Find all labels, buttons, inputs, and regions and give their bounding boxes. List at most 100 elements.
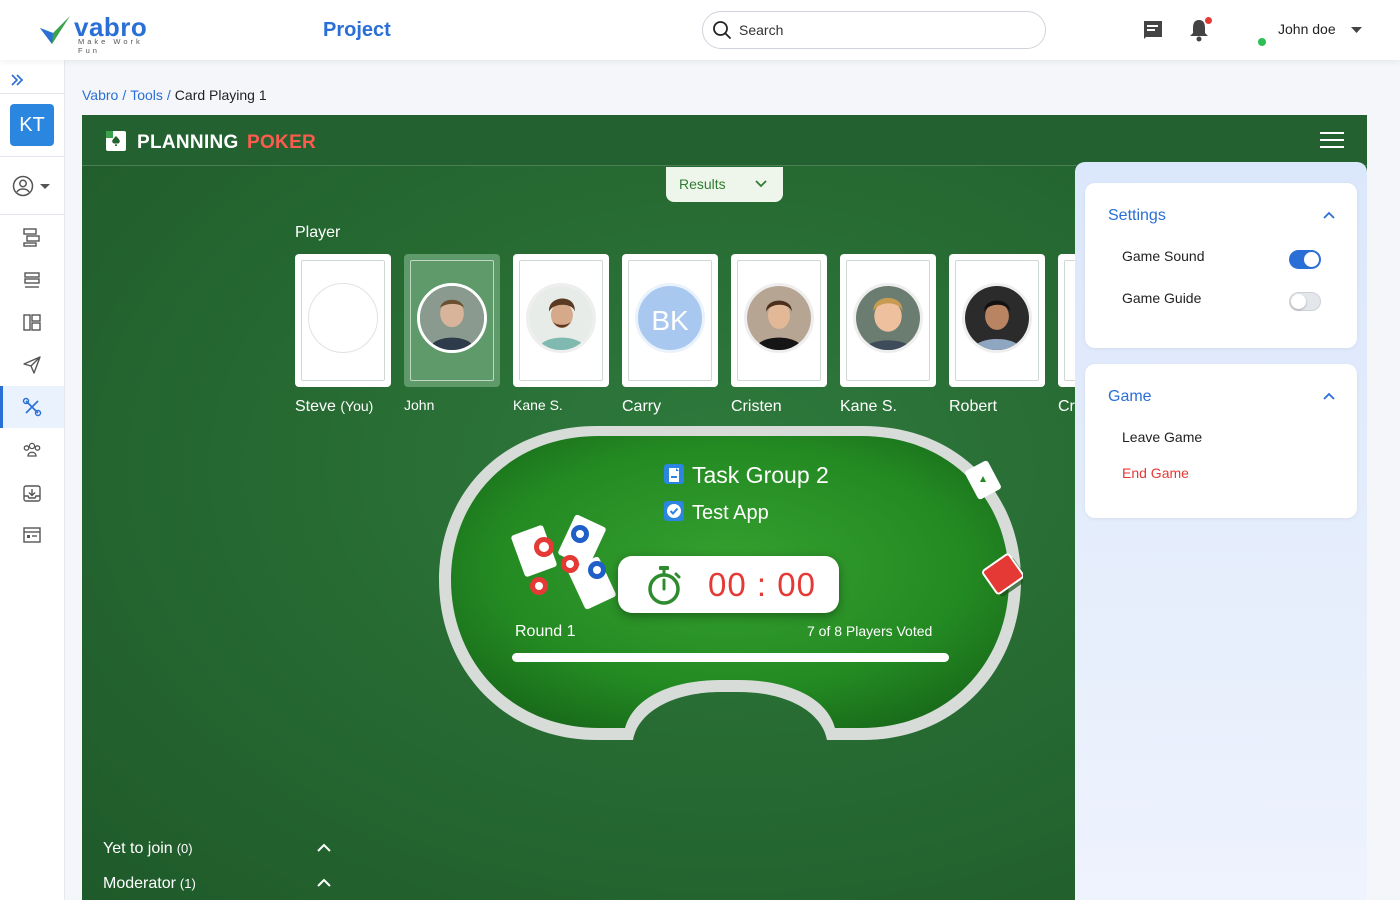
list-icon (24, 272, 40, 288)
breadcrumb-link-tools[interactable]: Tools (130, 87, 163, 103)
chevron-up-icon[interactable] (317, 878, 331, 887)
breadcrumb-separator: / (166, 87, 171, 103)
moderator-label: Moderator (103, 875, 176, 892)
avatar (417, 283, 487, 353)
search-box[interactable] (702, 11, 1046, 49)
yet-to-join-count: (0) (176, 841, 193, 856)
sidebar-item-tools[interactable] (0, 386, 64, 428)
avatar (744, 283, 814, 353)
player-name: Robert (949, 398, 998, 415)
sidebar-item-board[interactable] (0, 301, 64, 343)
leave-game-button[interactable]: Leave Game (1122, 429, 1202, 445)
chevron-up-icon[interactable] (317, 843, 331, 852)
game-guide-toggle[interactable] (1289, 292, 1321, 311)
document-icon (664, 464, 684, 484)
sidebar-divider (0, 93, 64, 94)
player-card[interactable] (513, 254, 609, 387)
settings-card: Settings Game Sound Game Guide (1085, 183, 1357, 348)
player-name: Kane S. (840, 398, 897, 415)
avatar (853, 283, 923, 353)
task-group-text: Task Group 2 (692, 462, 829, 488)
votes-count: 7 of 8 Players Voted (807, 623, 933, 639)
player-heading: Player (295, 224, 341, 241)
breadcrumb-current: Card Playing 1 (174, 87, 267, 103)
vabro-logo[interactable]: vabro Make Work Fun (38, 12, 168, 55)
logo-check-icon (40, 16, 70, 44)
top-bar: vabro Make Work Fun Project John doe (0, 0, 1400, 60)
sidebar-divider (0, 156, 64, 157)
player-card[interactable] (949, 254, 1045, 387)
results-dropdown[interactable]: Results (666, 167, 783, 202)
timer-value: 00 : 00 (708, 566, 816, 603)
sidebar-item-send[interactable] (0, 344, 64, 386)
chevron-up-icon[interactable] (1323, 392, 1335, 400)
player-card[interactable]: BK (622, 254, 718, 387)
sidebar-item-report[interactable] (0, 514, 64, 556)
sidebar-item-archive[interactable] (0, 472, 64, 514)
player-name: Kane S. (513, 397, 563, 413)
player-name: John (404, 397, 435, 413)
left-sidebar: KT (0, 60, 65, 900)
game-sound-toggle[interactable] (1289, 250, 1321, 269)
backlog-icon (23, 228, 40, 247)
game-header: PLANNING POKER (82, 115, 1367, 166)
game-guide-label: Game Guide (1122, 290, 1202, 306)
game-title-poker: POKER (247, 132, 317, 153)
end-game-button[interactable]: End Game (1122, 465, 1189, 481)
player-card[interactable] (295, 254, 391, 387)
settings-title[interactable]: Settings (1108, 207, 1166, 225)
workspace-avatar[interactable]: KT (10, 104, 54, 146)
vote-progress-fill (512, 653, 949, 662)
countdown-timer: 00 : 00 (618, 556, 839, 613)
player-card[interactable] (840, 254, 936, 387)
game-title-planning: PLANNING (137, 132, 239, 153)
sidebar-item-backlog[interactable] (0, 216, 64, 258)
user-switch-icon[interactable] (12, 175, 54, 197)
archive-icon (23, 485, 41, 502)
avatar-initials: BK (635, 283, 705, 353)
sidebar-divider (0, 214, 64, 215)
player-name: Cr (1058, 398, 1075, 415)
toggle-knob (1304, 252, 1319, 267)
breadcrumb-separator: / (122, 87, 127, 103)
task-app-text: Test App (692, 502, 769, 524)
stopwatch-icon (648, 566, 681, 605)
user-name[interactable]: John doe (1278, 21, 1336, 37)
yet-to-join-section[interactable]: Yet to join (0) (103, 840, 193, 858)
logo-tagline: Make Work Fun (78, 37, 143, 55)
moderator-section[interactable]: Moderator (1) (103, 875, 196, 893)
caret-down-icon[interactable] (1351, 27, 1362, 34)
tools-icon (22, 397, 42, 417)
sidebar-item-team[interactable] (0, 429, 64, 471)
settings-side-panel: Settings Game Sound Game Guide Game Leav… (1075, 162, 1367, 900)
search-icon (713, 21, 731, 39)
avatar-placeholder (308, 283, 378, 353)
chevron-down-icon (755, 180, 767, 188)
game-menu-title[interactable]: Game (1108, 388, 1152, 406)
breadcrumb: Vabro / Tools / Card Playing 1 (82, 87, 267, 103)
search-input[interactable] (739, 20, 1029, 40)
results-label: Results (679, 176, 726, 192)
chevron-up-icon[interactable] (1323, 211, 1335, 219)
send-icon (23, 356, 41, 374)
inbox-icon[interactable] (1141, 17, 1165, 41)
player-name: Steve (You) (295, 398, 373, 416)
board-icon (23, 314, 41, 331)
online-status-dot (1258, 38, 1266, 46)
player-card-selected[interactable] (404, 254, 500, 387)
moderator-count: (1) (179, 876, 196, 891)
task-app-title: Test App (664, 499, 769, 525)
avatar (962, 283, 1032, 353)
spade-card-icon (106, 131, 126, 151)
breadcrumb-link-vabro[interactable]: Vabro (82, 87, 118, 103)
task-group-title: Task Group 2 (664, 462, 829, 489)
sidebar-item-list[interactable] (0, 259, 64, 301)
expand-sidebar-icon[interactable] (9, 72, 25, 88)
project-title[interactable]: Project (323, 19, 391, 42)
toggle-knob (1291, 294, 1306, 309)
player-name: Cristen (731, 398, 782, 415)
game-sound-label: Game Sound (1122, 248, 1205, 264)
hamburger-menu-icon[interactable] (1320, 131, 1344, 149)
report-icon (23, 527, 41, 543)
player-card[interactable] (731, 254, 827, 387)
